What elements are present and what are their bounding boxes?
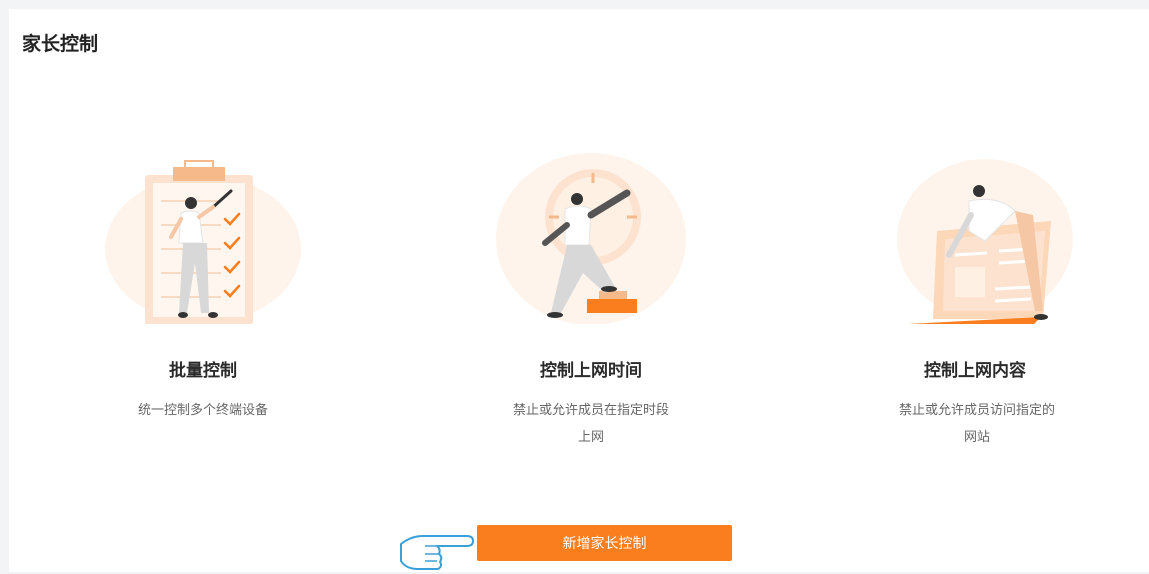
laptop-content-icon: [897, 159, 1073, 324]
feature-description-line: 网站: [963, 430, 990, 445]
feature-description-line: 统一控制多个终端设备: [137, 403, 268, 418]
feature-description: 统一控制多个终端设备: [103, 397, 303, 424]
page-title: 家长控制: [22, 33, 99, 55]
clock-time-icon: [496, 153, 686, 324]
feature-title: 批量控制: [169, 361, 237, 381]
feature-description: 禁止或允许成员在指定时段 上网: [491, 397, 691, 451]
feature-description-line: 禁止或允许成员访问指定的: [898, 403, 1055, 418]
clipboard-checklist-icon: [105, 160, 301, 324]
feature-description: 禁止或允许成员访问指定的 网站: [877, 397, 1077, 451]
feature-title: 控制上网内容: [924, 361, 1026, 381]
feature-description-line: 禁止或允许成员在指定时段: [512, 403, 669, 418]
feature-description-line: 上网: [577, 430, 604, 445]
pointing-hand-icon: [400, 535, 474, 570]
add-parental-control-button[interactable]: 新增家长控制: [477, 525, 732, 561]
feature-title: 控制上网时间: [540, 361, 642, 381]
parental-control-panel: 家长控制 批量控制 统一控制多个终端设备 控制上网时间 禁止或允许成员在指定时段…: [9, 9, 1149, 572]
